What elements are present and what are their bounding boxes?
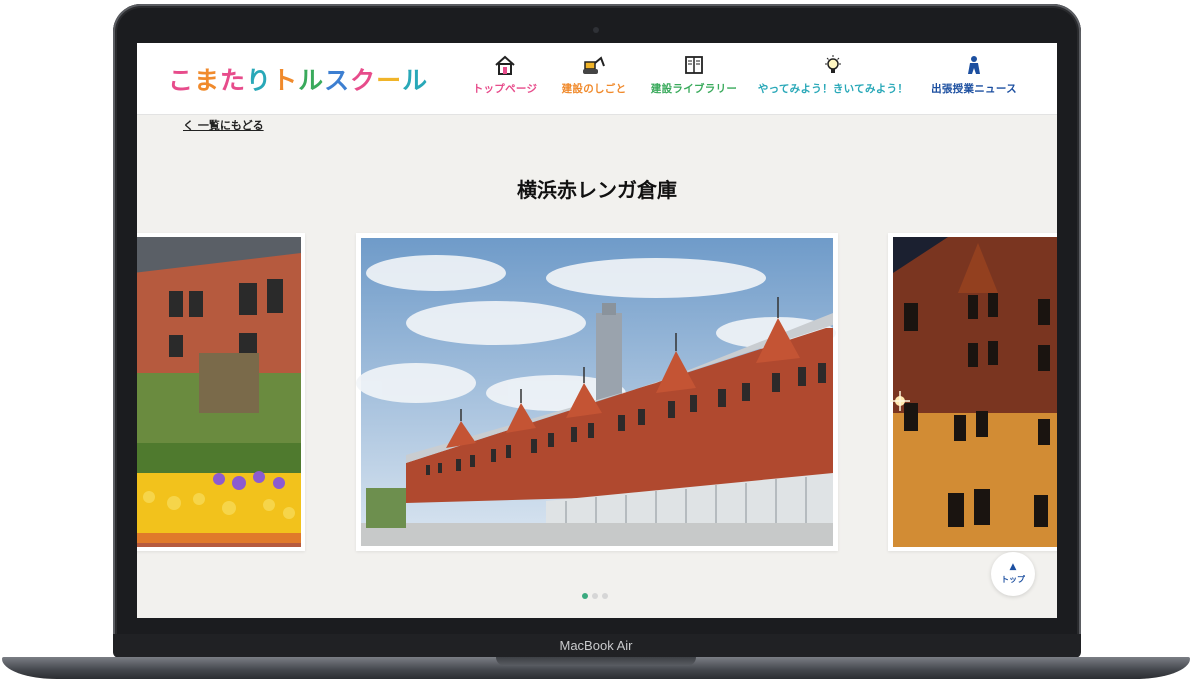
person-icon	[968, 56, 980, 74]
carousel-pagination	[582, 584, 612, 599]
book-icon	[685, 56, 703, 74]
laptop-notch	[496, 657, 696, 666]
back-to-list-link[interactable]: く 一覧にもどる	[183, 117, 264, 133]
nav-label: 出張授業ニュース	[931, 83, 1017, 95]
page-title: 横浜赤レンガ倉庫	[517, 178, 677, 202]
lightbulb-icon	[825, 55, 841, 73]
carousel-dot-1[interactable]	[582, 593, 588, 599]
to-top-label: トップ	[1001, 575, 1025, 584]
nav-item-news[interactable]: 出張授業ニュース	[925, 53, 1023, 96]
slide-image-night-warehouse	[888, 233, 1057, 551]
nav-item-library[interactable]: 建設ライブラリー	[645, 53, 743, 96]
nav-item-top[interactable]: トップページ	[470, 53, 540, 96]
nav-label: 建設ライブラリー	[650, 83, 738, 95]
screen: こまたりトルスクール トップページ 建設のしごと 建設ライブラリー やってみよう…	[137, 43, 1057, 618]
camera	[593, 27, 599, 33]
carousel-slide-active[interactable]	[356, 233, 838, 551]
slide-image-red-brick-warehouse	[356, 233, 838, 551]
site-header: こまたりトルスクール トップページ 建設のしごと 建設ライブラリー やってみよう…	[137, 43, 1057, 115]
nav-label: トップページ	[472, 83, 538, 95]
carousel-slide-next[interactable]	[888, 233, 1057, 551]
carousel-dot-3[interactable]	[602, 593, 608, 599]
house-icon	[495, 55, 515, 75]
nav-item-work[interactable]: 建設のしごと	[557, 53, 631, 96]
nav-item-try[interactable]: やってみよう！きいてみよう！	[757, 53, 909, 96]
carousel-slide-prev[interactable]	[137, 233, 305, 551]
carousel-dot-2[interactable]	[592, 593, 598, 599]
device-label: MacBook Air	[559, 638, 633, 653]
slide-image-garden	[137, 233, 305, 551]
excavator-icon	[583, 56, 605, 74]
main-nav: トップページ 建設のしごと 建設ライブラリー やってみよう！きいてみよう！ 出張…	[137, 53, 1057, 113]
nav-label: 建設のしごと	[561, 83, 627, 95]
scroll-to-top-button[interactable]: ▲ トップ	[991, 552, 1035, 596]
up-arrow-icon: ▲	[1009, 562, 1017, 572]
nav-label: やってみよう！きいてみよう！	[757, 83, 909, 95]
